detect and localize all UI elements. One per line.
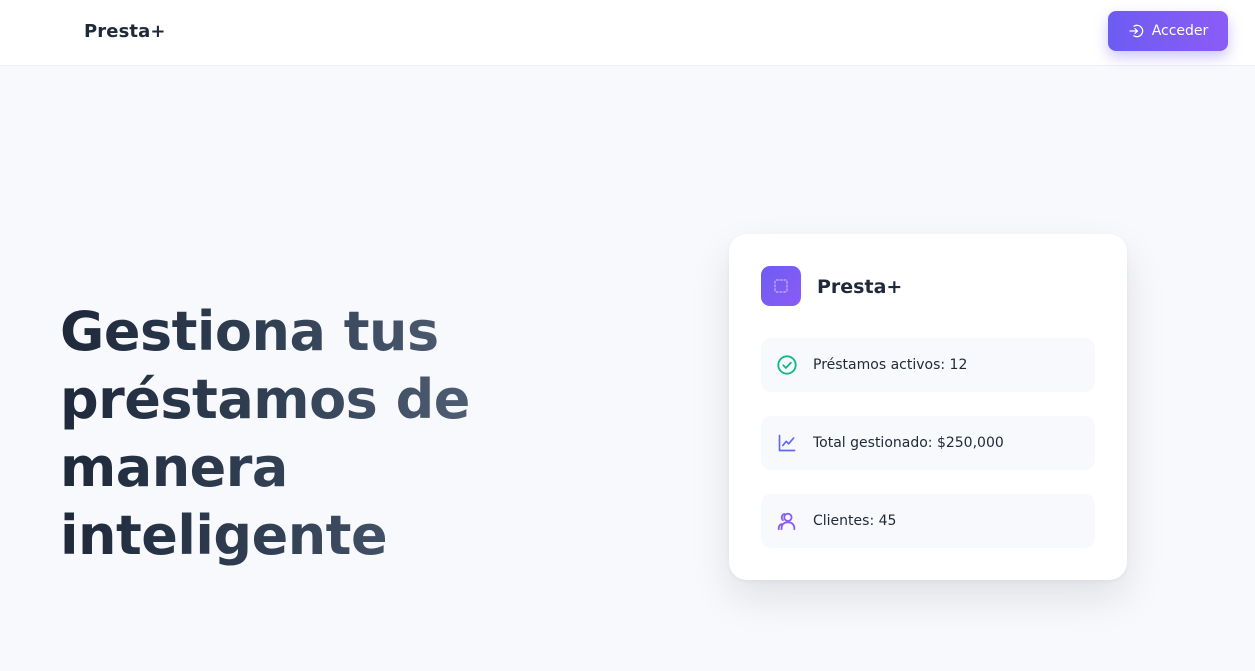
stat-label: Total gestionado: $250,000 [813,435,1004,451]
login-button-label: Acceder [1151,23,1209,39]
stat-clients: Clientes: 45 [761,494,1095,548]
card-title: Presta+ [817,276,903,298]
login-icon [1128,23,1144,39]
stat-active-loans: Préstamos activos: 12 [761,338,1095,392]
users-icon [776,510,798,532]
brand-logo-text[interactable]: Presta+ [84,21,166,42]
check-circle-icon [776,354,798,376]
stat-total-managed: Total gestionado: $250,000 [761,416,1095,470]
login-button[interactable]: Acceder [1108,11,1228,51]
summary-card: Presta+ Préstamos activos: 12 Total gest… [729,234,1127,580]
hero-title: Gestiona tus préstamos de manera intelig… [60,298,620,570]
stat-label: Préstamos activos: 12 [813,357,968,373]
stat-label: Clientes: 45 [813,513,897,529]
dashed-square-icon [761,266,801,306]
top-navbar: Presta+ Acceder [0,0,1255,66]
chart-line-icon [776,432,798,454]
